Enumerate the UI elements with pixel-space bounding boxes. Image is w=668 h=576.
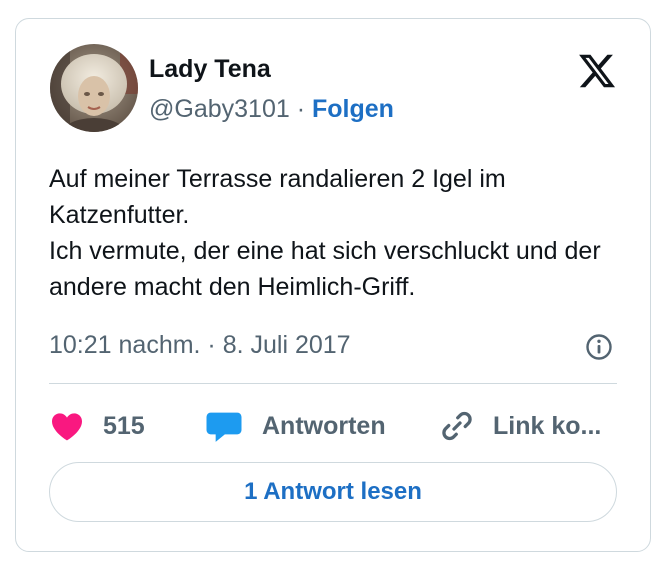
link-icon bbox=[439, 408, 475, 444]
author-handle-row: @Gaby3101 · Folgen bbox=[149, 95, 394, 124]
divider bbox=[49, 383, 617, 384]
reply-label: Antworten bbox=[262, 411, 386, 440]
follow-button[interactable]: Folgen bbox=[312, 95, 394, 123]
tweet-text-line: Auf meiner Terrasse randalieren 2 Igel i… bbox=[49, 165, 506, 229]
x-logo-icon[interactable] bbox=[577, 51, 617, 91]
heart-icon bbox=[49, 408, 85, 444]
tweet-card: Lady Tena @Gaby3101 · Folgen Auf meiner … bbox=[15, 18, 651, 552]
read-replies-button[interactable]: 1 Antwort lesen bbox=[49, 462, 617, 522]
author-name[interactable]: Lady Tena bbox=[149, 55, 271, 84]
tweet-text-line: Ich vermute, der eine hat sich verschluc… bbox=[49, 237, 601, 301]
like-count: 515 bbox=[103, 411, 145, 440]
tweet-text: Auf meiner Terrasse randalieren 2 Igel i… bbox=[49, 161, 629, 305]
copy-link-button[interactable]: Link ko... bbox=[439, 404, 601, 448]
copy-link-label: Link ko... bbox=[493, 411, 602, 440]
handle-separator: · bbox=[296, 95, 306, 123]
like-button[interactable]: 515 bbox=[49, 404, 145, 448]
reply-button[interactable]: Antworten bbox=[204, 404, 386, 448]
tweet-timestamp[interactable]: 10:21 nachm. · 8. Juli 2017 bbox=[49, 331, 351, 360]
info-icon[interactable] bbox=[584, 332, 614, 362]
avatar[interactable] bbox=[50, 44, 138, 132]
avatar-photo bbox=[50, 44, 138, 132]
action-bar: 515 Antworten Link ko... bbox=[49, 404, 617, 448]
speech-bubble-icon bbox=[204, 406, 244, 446]
author-handle[interactable]: @Gaby3101 bbox=[149, 95, 290, 123]
